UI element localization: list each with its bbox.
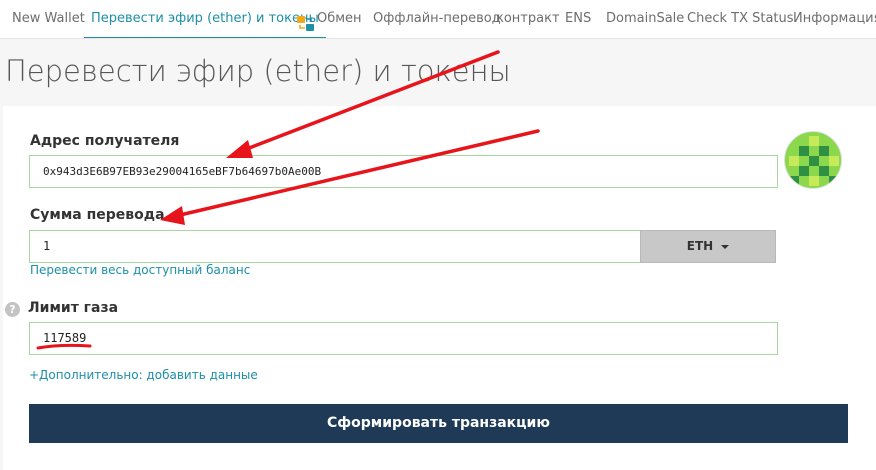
currency-unit-label: ETH: [686, 239, 714, 253]
nav-tab-contract[interactable]: контракт: [496, 0, 560, 38]
recipient-address-label: Адрес получателя: [30, 133, 180, 149]
nav-tab-swap[interactable]: Обмен: [297, 0, 362, 38]
nav-tab-ens[interactable]: ENS: [565, 0, 591, 38]
send-entire-balance-link[interactable]: Перевести весь доступный баланс: [30, 263, 250, 277]
help-icon[interactable]: ?: [5, 302, 20, 317]
page-title: Перевести эфир (ether) и токены: [5, 54, 511, 88]
top-nav: New Wallet Перевести эфир (ether) и токе…: [0, 0, 876, 39]
nav-tab-info[interactable]: Информация о: [793, 0, 876, 38]
amount-label: Сумма перевода: [30, 207, 165, 223]
caret-down-icon: [721, 244, 730, 249]
swap-icon: [297, 9, 314, 31]
recipient-address-input[interactable]: 0x943d3E6B97EB93e29004165eBF7b64697b0Ae0…: [29, 155, 778, 188]
amount-input[interactable]: 1: [29, 230, 641, 263]
nav-tab-check-tx-status[interactable]: Check TX Status: [687, 0, 794, 38]
gas-limit-input[interactable]: 117589: [29, 322, 778, 355]
address-identicon: [784, 131, 842, 189]
advanced-add-data-link[interactable]: +Дополнительно: добавить данные: [29, 368, 258, 382]
nav-tab-domainsale[interactable]: DomainSale: [606, 0, 684, 38]
currency-unit-dropdown[interactable]: ETH: [640, 230, 776, 263]
nav-tab-label: Обмен: [317, 11, 362, 26]
nav-tab-send-ether-tokens[interactable]: Перевести эфир (ether) и токены: [84, 0, 326, 38]
nav-tab-offline-send[interactable]: Оффлайн-перевод: [373, 0, 501, 38]
nav-tab-new-wallet[interactable]: New Wallet: [12, 0, 85, 38]
generate-transaction-button[interactable]: Сформировать транзакцию: [29, 404, 848, 443]
gas-limit-label: Лимит газа: [28, 300, 119, 316]
